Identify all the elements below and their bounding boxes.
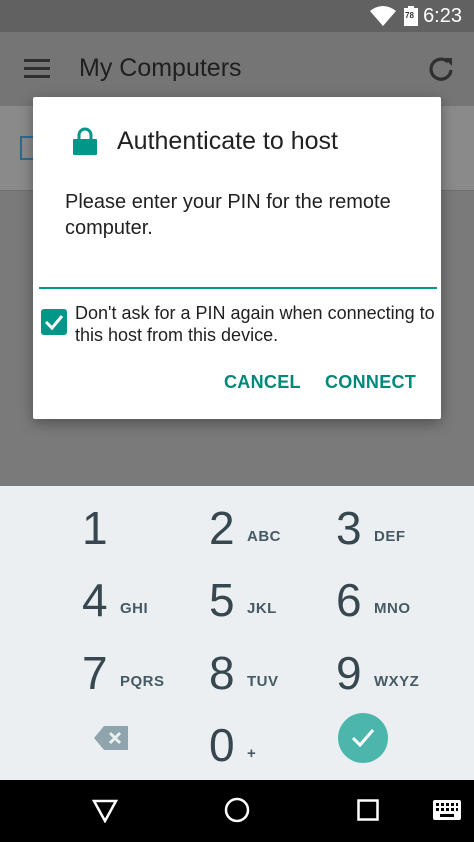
key-6[interactable]: 6 MNO	[336, 568, 466, 634]
hamburger-menu-icon[interactable]	[24, 59, 50, 79]
key-1[interactable]: 1	[82, 496, 212, 562]
pin-input[interactable]	[39, 255, 437, 289]
key-letters: TUV	[247, 673, 279, 690]
key-digit: 1	[82, 502, 108, 554]
battery-level: 78	[405, 11, 414, 20]
key-letters: +	[247, 745, 257, 762]
key-5[interactable]: 5 JKL	[209, 568, 339, 634]
dialog-message: Please enter your PIN for the remote com…	[65, 191, 391, 239]
refresh-icon[interactable]	[426, 54, 456, 84]
key-letters: WXYZ	[374, 673, 420, 690]
backspace-icon[interactable]	[94, 726, 128, 750]
key-letters: PQRS	[120, 673, 165, 690]
key-letters: GHI	[120, 600, 149, 617]
key-digit: 7	[82, 647, 108, 699]
key-digit: 4	[82, 574, 108, 626]
key-9[interactable]: 9 WXYZ	[336, 641, 466, 707]
lock-icon	[73, 127, 97, 155]
key-letters: DEF	[374, 528, 406, 545]
cancel-button[interactable]: CANCEL	[224, 372, 301, 393]
keyboard-icon[interactable]	[433, 800, 461, 820]
back-triangle-icon[interactable]	[92, 799, 118, 823]
checkmark-icon	[44, 315, 64, 331]
key-letters: ABC	[247, 528, 281, 545]
key-4[interactable]: 4 GHI	[82, 568, 212, 634]
key-letters: JKL	[247, 600, 277, 617]
key-7[interactable]: 7 PQRS	[82, 641, 212, 707]
dont-ask-checkbox[interactable]	[41, 309, 67, 335]
status-bar: 78 6:23	[0, 0, 474, 32]
key-digit: 9	[336, 647, 362, 699]
home-circle-icon[interactable]	[224, 797, 250, 823]
key-8[interactable]: 8 TUV	[209, 641, 339, 707]
checkbox-label: Don't ask for a PIN again when connectin…	[75, 303, 435, 345]
enter-button[interactable]	[338, 713, 388, 763]
app-bar: My Computers	[0, 32, 474, 106]
checkmark-icon	[351, 729, 375, 748]
key-letters: MNO	[374, 600, 411, 617]
recents-square-icon[interactable]	[357, 799, 379, 821]
key-digit: 0	[209, 719, 235, 771]
key-3[interactable]: 3 DEF	[336, 496, 466, 562]
key-digit: 8	[209, 647, 235, 699]
key-2[interactable]: 2 ABC	[209, 496, 339, 562]
navigation-bar	[0, 780, 474, 842]
app-title: My Computers	[79, 54, 242, 82]
wifi-icon	[370, 6, 396, 26]
key-digit: 3	[336, 502, 362, 554]
numeric-keypad: 1 2 ABC 3 DEF 4 GHI 5 JKL 6 MNO 7 PQRS 8…	[0, 486, 474, 780]
status-time: 6:23	[423, 5, 462, 27]
key-digit: 6	[336, 574, 362, 626]
key-0[interactable]: 0 +	[209, 713, 339, 779]
connect-button[interactable]: CONNECT	[325, 372, 416, 393]
authenticate-dialog: Authenticate to host Please enter your P…	[33, 97, 441, 419]
dialog-title: Authenticate to host	[117, 127, 338, 155]
key-digit: 5	[209, 574, 235, 626]
key-digit: 2	[209, 502, 235, 554]
